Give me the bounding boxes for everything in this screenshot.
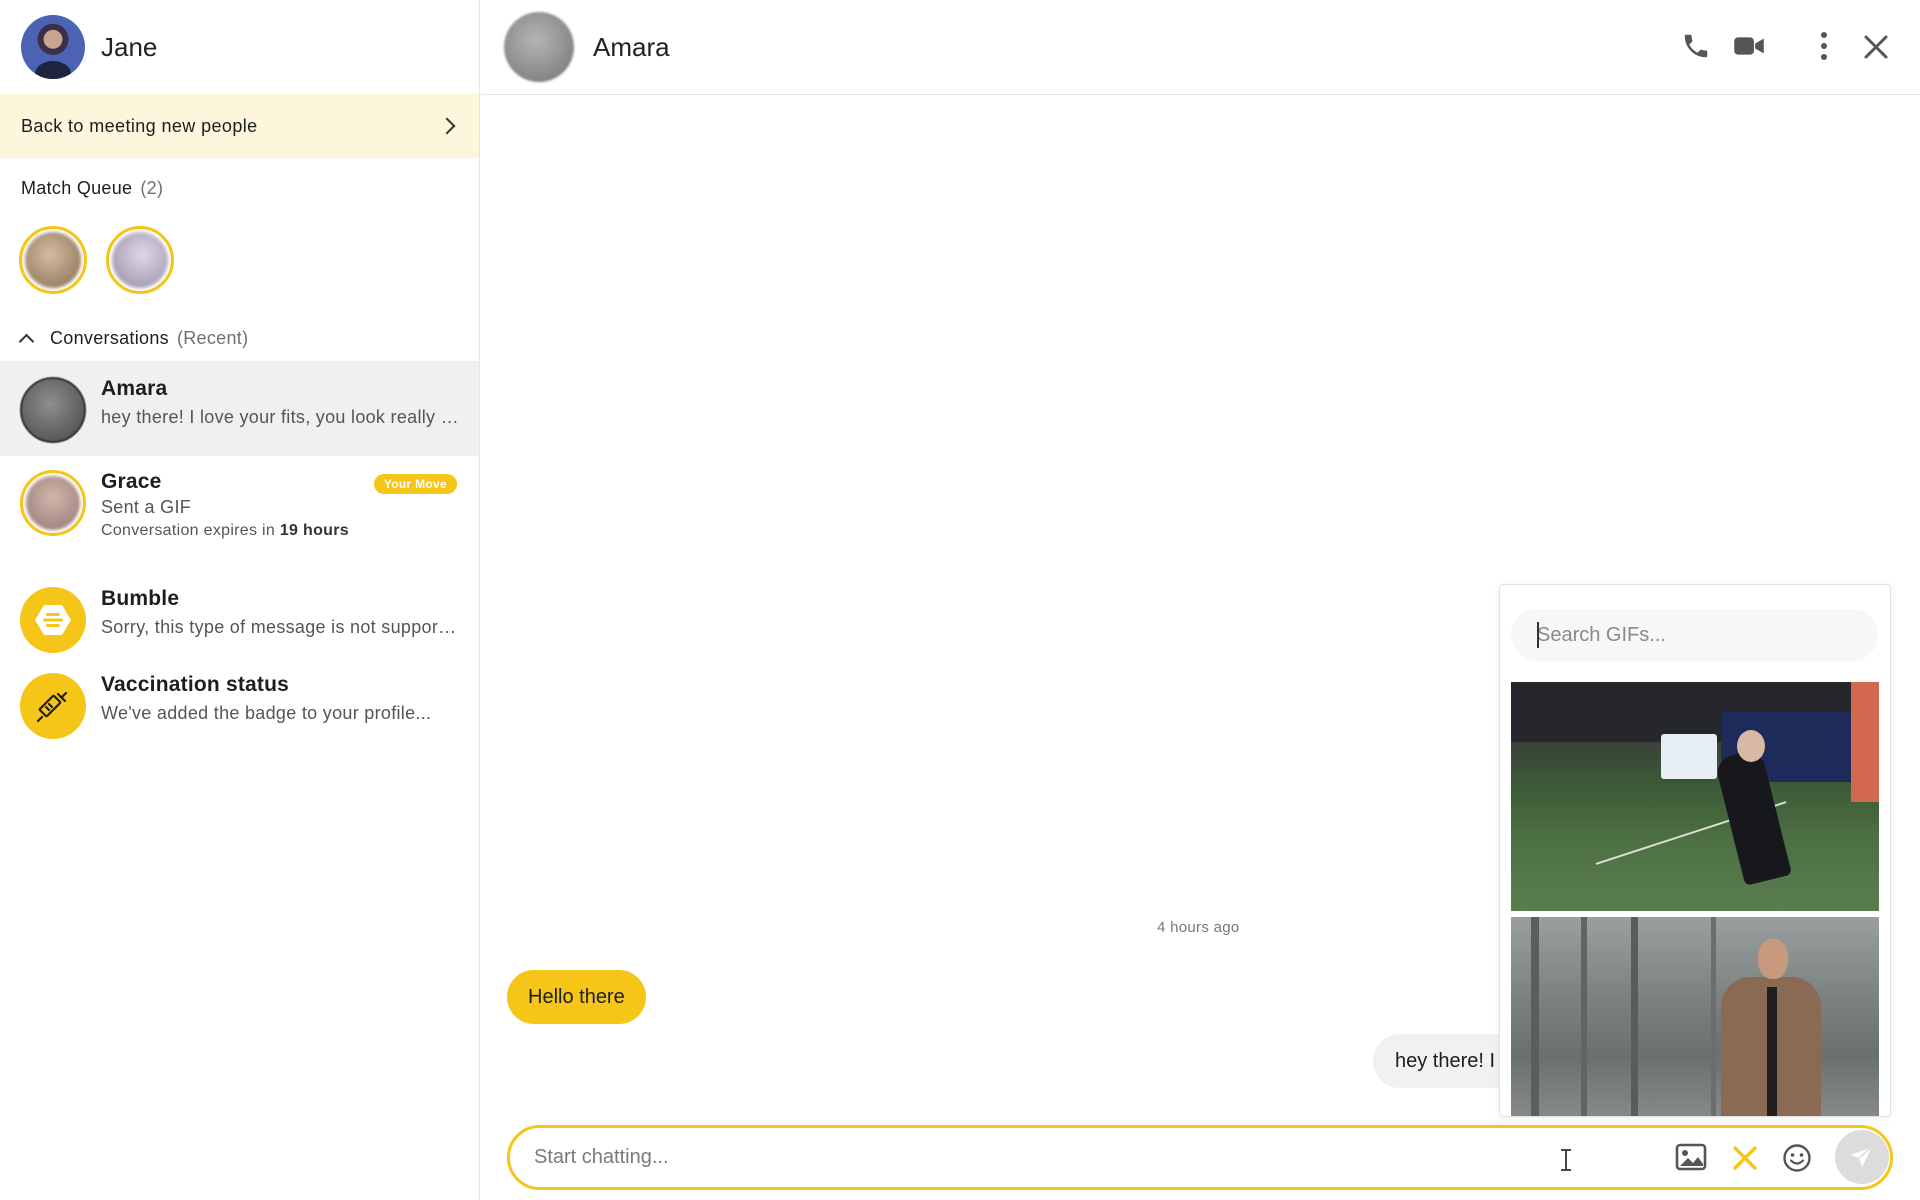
sidebar: Jane Back to meeting new people Match Qu… xyxy=(0,0,480,1200)
conversation-preview: Sent a GIF xyxy=(101,497,192,517)
conversation-name: Vaccination status xyxy=(101,673,289,696)
message-bubble-sent: Hello there xyxy=(507,970,646,1024)
syringe-icon xyxy=(20,673,86,739)
conversations-label: Conversations xyxy=(50,328,169,348)
gif-result[interactable] xyxy=(1511,917,1879,1116)
match-queue xyxy=(19,226,174,294)
profile-row[interactable]: Jane xyxy=(0,0,479,94)
conversation-item-grace[interactable]: Grace Sent a GIF Conversation expires in… xyxy=(0,456,479,571)
conversation-preview: hey there! I love your fits, you look re… xyxy=(101,407,461,427)
emoji-icon[interactable] xyxy=(1782,1143,1812,1178)
expiry-notice: Conversation expires in 19 hours xyxy=(101,522,461,540)
back-to-meeting-banner[interactable]: Back to meeting new people xyxy=(0,94,479,158)
back-to-meeting-label: Back to meeting new people xyxy=(21,115,258,136)
conversations-sub: (Recent) xyxy=(176,328,249,348)
chat-partner-avatar[interactable] xyxy=(504,12,574,82)
expiry-value: 19 hours xyxy=(279,522,349,539)
expiry-prefix: Conversation expires in xyxy=(101,522,276,539)
phone-icon[interactable] xyxy=(1681,31,1711,66)
conversation-item-bumble[interactable]: Bumble Sorry, this type of message is no… xyxy=(0,571,479,666)
more-options-icon[interactable] xyxy=(1812,31,1836,66)
conversation-preview: We've added the badge to your profile... xyxy=(101,703,432,723)
conversation-item-amara[interactable]: Amara hey there! I love your fits, you l… xyxy=(0,361,479,456)
text-caret xyxy=(1537,622,1539,648)
video-call-icon[interactable] xyxy=(1733,31,1765,66)
chevron-right-icon xyxy=(438,117,456,135)
match-queue-avatar[interactable] xyxy=(19,226,87,294)
chevron-up-icon[interactable] xyxy=(18,333,35,350)
match-queue-label: Match Queue xyxy=(21,178,133,198)
conversation-list: Amara hey there! I love your fits, you l… xyxy=(0,361,479,761)
gif-result[interactable] xyxy=(1511,682,1879,911)
conversations-heading[interactable]: Conversations (Recent) xyxy=(18,328,249,350)
conversation-preview: Sorry, this type of message is not suppo… xyxy=(101,617,461,637)
user-avatar[interactable] xyxy=(21,15,85,79)
text-cursor-icon xyxy=(1559,1148,1573,1177)
conversation-name: Bumble xyxy=(101,587,180,610)
message-timestamp: 4 hours ago xyxy=(1157,919,1240,936)
your-move-badge: Your Move xyxy=(373,474,457,494)
match-queue-avatar[interactable] xyxy=(106,226,174,294)
gif-search-input[interactable] xyxy=(1511,609,1878,661)
user-name: Jane xyxy=(101,31,158,62)
bumble-logo-icon xyxy=(20,587,86,653)
send-button[interactable] xyxy=(1835,1130,1889,1184)
avatar xyxy=(20,377,86,443)
close-gif-icon[interactable] xyxy=(1732,1145,1758,1176)
conversation-name: Amara xyxy=(101,377,168,400)
chat-partner-name: Amara xyxy=(593,31,670,62)
image-icon[interactable] xyxy=(1675,1143,1707,1176)
avatar xyxy=(20,470,86,536)
gif-picker-panel xyxy=(1499,584,1891,1117)
send-icon xyxy=(1851,1146,1873,1167)
message-input[interactable] xyxy=(534,1146,1334,1169)
match-queue-count: (2) xyxy=(140,178,164,198)
match-queue-heading: Match Queue (2) xyxy=(21,178,163,199)
conversation-item-vaccination[interactable]: Vaccination status We've added the badge… xyxy=(0,666,479,761)
close-icon[interactable] xyxy=(1862,33,1890,66)
